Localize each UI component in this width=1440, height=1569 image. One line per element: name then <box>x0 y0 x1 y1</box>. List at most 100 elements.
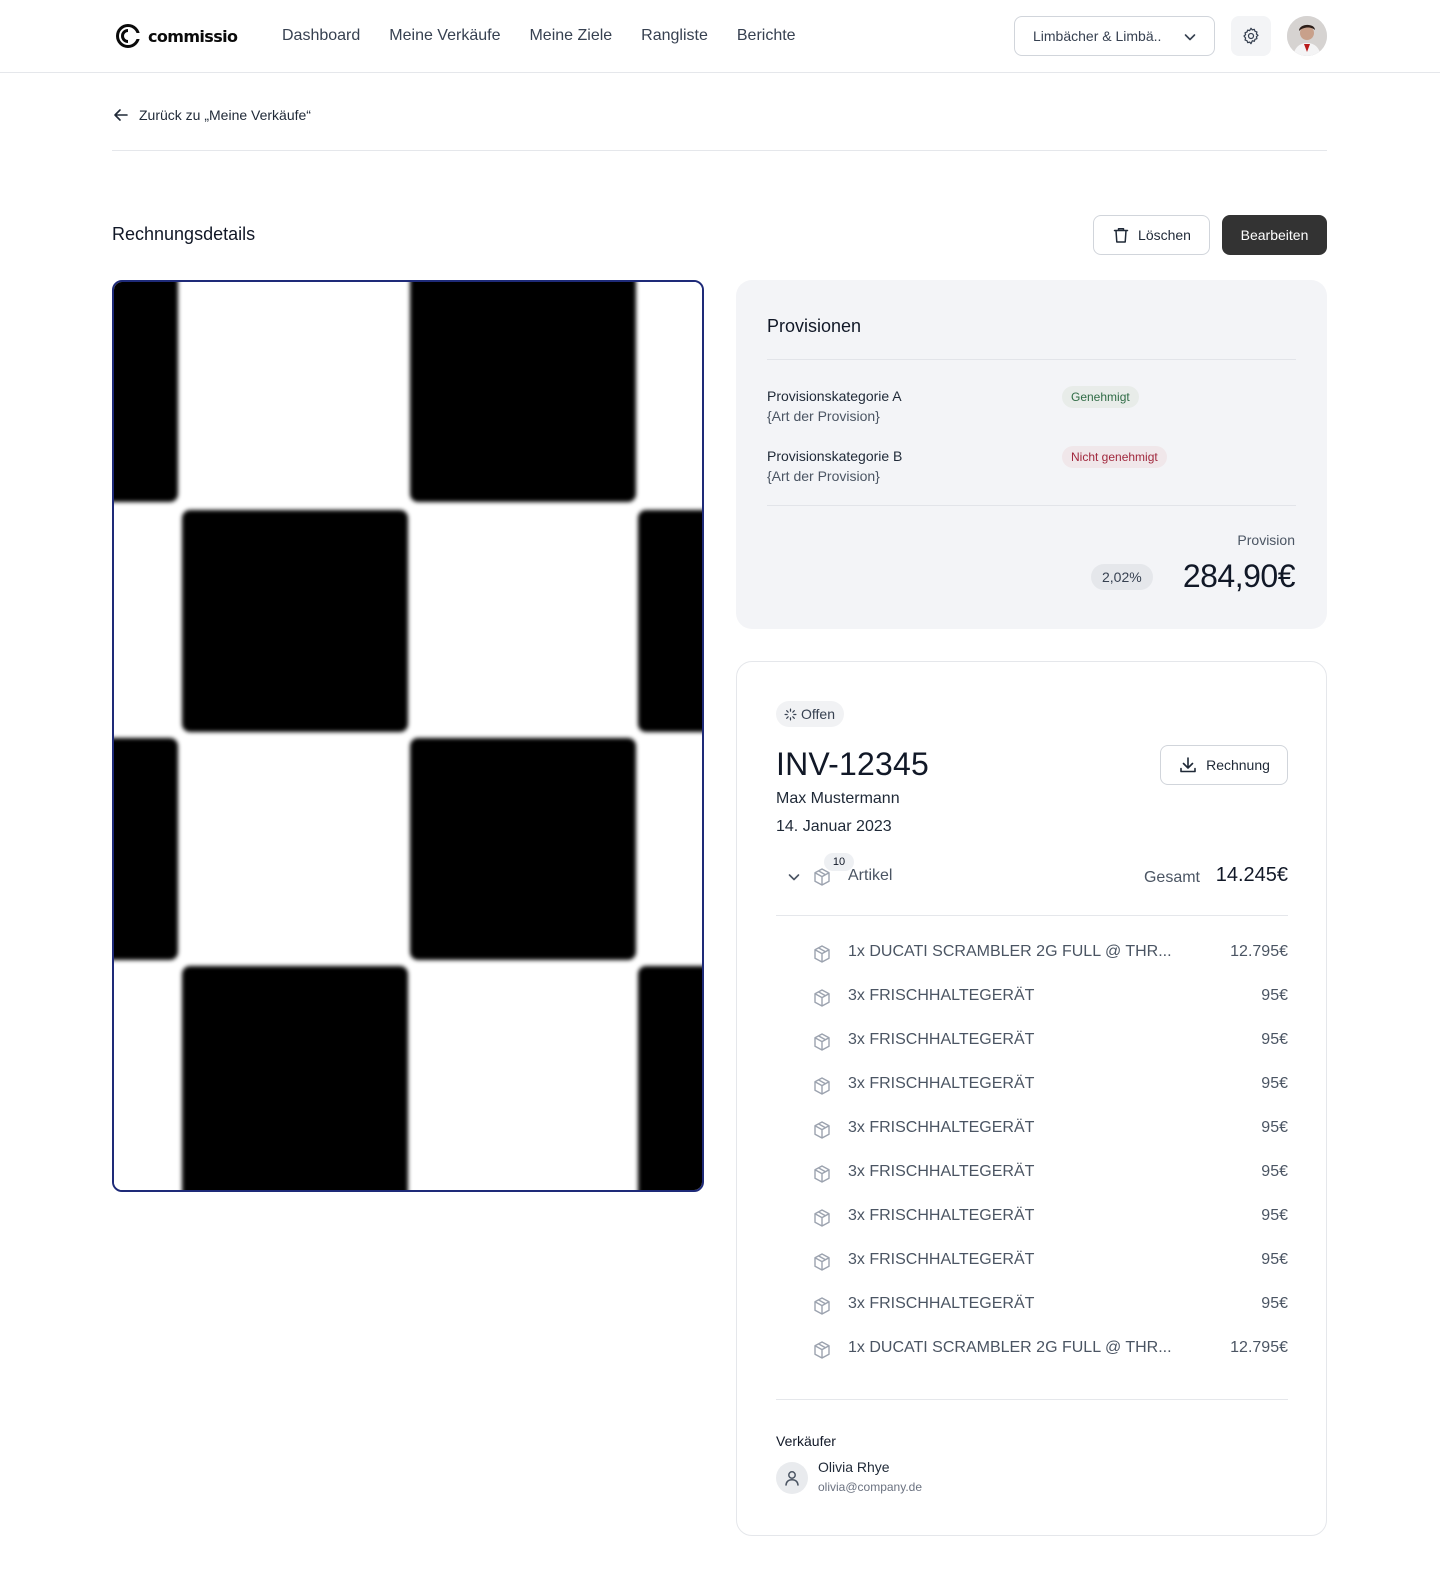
chevron-down-icon[interactable] <box>786 869 802 885</box>
settings-button[interactable] <box>1231 16 1271 56</box>
nav-rangliste[interactable]: Rangliste <box>641 26 708 46</box>
status-badge: Nicht genehmigt <box>1062 446 1167 468</box>
item-description: 3x FRISCHHALTEGERÄT <box>848 987 1035 1004</box>
invoice-number: INV-12345 <box>776 746 930 782</box>
package-icon <box>814 1341 830 1359</box>
main-nav: Dashboard Meine Verkäufe Meine Ziele Ran… <box>282 26 796 46</box>
organization-select[interactable]: Limbächer & Limbä.. <box>1014 16 1215 56</box>
edit-button-label: Bearbeiten <box>1240 227 1309 243</box>
divider <box>112 150 1327 151</box>
list-item: 3x FRISCHHALTEGERÄT 95€ <box>776 986 1288 1010</box>
item-description: 3x FRISCHHALTEGERÄT <box>848 1163 1035 1180</box>
divider <box>776 1399 1288 1400</box>
trash-icon <box>1113 228 1129 243</box>
commissions-card: Provisionen Provisionskategorie A {Art d… <box>736 280 1327 629</box>
package-icon <box>814 1121 830 1139</box>
download-invoice-button[interactable]: Rechnung <box>1160 745 1288 785</box>
commission-label: Provision <box>1237 532 1295 548</box>
item-price: 95€ <box>1261 1207 1288 1224</box>
back-link[interactable]: Zurück zu „Meine Verkäufe“ <box>112 106 311 124</box>
item-price: 95€ <box>1261 1075 1288 1092</box>
package-icon <box>814 1165 830 1183</box>
item-price: 12.795€ <box>1230 1339 1288 1356</box>
items-label: Artikel <box>848 867 893 884</box>
commission-rate-badge: 2,02% <box>1091 564 1153 590</box>
logo-text: commissio <box>148 26 238 46</box>
item-price: 95€ <box>1261 987 1288 1004</box>
user-avatar[interactable] <box>1287 16 1327 56</box>
commission-type: {Art der Provision} <box>767 408 880 424</box>
arrow-left-icon <box>114 109 128 121</box>
list-item: 3x FRISCHHALTEGERÄT 95€ <box>776 1074 1288 1098</box>
nav-meine-ziele[interactable]: Meine Ziele <box>529 26 612 46</box>
invoice-preview-image <box>114 282 702 1190</box>
download-icon <box>1180 757 1196 773</box>
seller-email: olivia@company.de <box>818 1480 923 1494</box>
invoice-card: Offen INV-12345 Rechnung Max Mustermann … <box>736 661 1327 1536</box>
item-price: 95€ <box>1261 1031 1288 1048</box>
package-icon <box>814 1209 830 1227</box>
logo[interactable]: commissio <box>116 24 238 48</box>
commission-category-name: Provisionskategorie A <box>767 388 902 404</box>
commission-row: Provisionskategorie B {Art der Provision… <box>767 446 1296 486</box>
invoice-date: 14. Januar 2023 <box>776 818 892 835</box>
total-label: Gesamt <box>1143 869 1200 886</box>
item-description: 1x DUCATI SCRAMBLER 2G FULL @ THR... <box>848 943 1172 960</box>
edit-button[interactable]: Bearbeiten <box>1222 215 1327 255</box>
list-item: 3x FRISCHHALTEGERÄT 95€ <box>776 1118 1288 1142</box>
list-item: 3x FRISCHHALTEGERÄT 95€ <box>776 1206 1288 1230</box>
list-item: 3x FRISCHHALTEGERÄT 95€ <box>776 1294 1288 1318</box>
gear-icon <box>1243 27 1259 45</box>
list-item: 3x FRISCHHALTEGERÄT 95€ <box>776 1162 1288 1186</box>
divider <box>767 359 1296 360</box>
list-item: 1x DUCATI SCRAMBLER 2G FULL @ THR... 12.… <box>776 1338 1288 1362</box>
list-item: 3x FRISCHHALTEGERÄT 95€ <box>776 1250 1288 1274</box>
item-price: 95€ <box>1261 1119 1288 1136</box>
divider <box>767 505 1296 506</box>
item-price: 95€ <box>1261 1163 1288 1180</box>
package-icon <box>814 1033 830 1051</box>
item-price: 12.795€ <box>1230 943 1288 960</box>
item-description: 1x DUCATI SCRAMBLER 2G FULL @ THR... <box>848 1339 1172 1356</box>
commissio-logo-icon <box>116 24 140 48</box>
item-price: 95€ <box>1261 1251 1288 1268</box>
invoice-status-label: Offen <box>801 706 835 722</box>
commissions-title: Provisionen <box>767 316 862 336</box>
item-description: 3x FRISCHHALTEGERÄT <box>848 1075 1035 1092</box>
invoice-total: 14.245€ <box>1215 864 1288 886</box>
invoice-status-badge: Offen <box>776 701 844 727</box>
items-summary: 10 Artikel Gesamt 14.245€ <box>776 853 1288 897</box>
delete-button[interactable]: Löschen <box>1093 215 1210 255</box>
loader-icon <box>784 708 797 720</box>
package-icon <box>814 1297 830 1315</box>
nav-dashboard[interactable]: Dashboard <box>282 26 360 46</box>
organization-select-value: Limbächer & Limbä.. <box>1033 28 1162 44</box>
item-price: 95€ <box>1261 1295 1288 1312</box>
download-invoice-label: Rechnung <box>1206 757 1270 773</box>
seller-label: Verkäufer <box>776 1433 836 1449</box>
commission-amount: 284,90€ <box>1182 558 1296 594</box>
item-description: 3x FRISCHHALTEGERÄT <box>848 1251 1035 1268</box>
seller-avatar <box>776 1462 808 1494</box>
back-link-label: Zurück zu „Meine Verkäufe“ <box>139 107 311 123</box>
item-description: 3x FRISCHHALTEGERÄT <box>848 1031 1035 1048</box>
package-icon <box>814 1077 830 1095</box>
invoice-preview[interactable] <box>112 280 704 1192</box>
divider <box>776 915 1288 916</box>
customer-name: Max Mustermann <box>776 790 900 807</box>
commission-type: {Art der Provision} <box>767 468 880 484</box>
item-description: 3x FRISCHHALTEGERÄT <box>848 1119 1035 1136</box>
commission-row: Provisionskategorie A {Art der Provision… <box>767 386 1296 426</box>
seller-name: Olivia Rhye <box>818 1459 890 1475</box>
package-icon <box>814 945 830 963</box>
page-title: Rechnungsdetails <box>112 224 256 244</box>
status-badge: Genehmigt <box>1062 386 1139 408</box>
item-description: 3x FRISCHHALTEGERÄT <box>848 1207 1035 1224</box>
user-icon <box>785 1471 799 1486</box>
list-item: 3x FRISCHHALTEGERÄT 95€ <box>776 1030 1288 1054</box>
delete-button-label: Löschen <box>1138 227 1191 243</box>
user-portrait-icon <box>1287 16 1327 56</box>
nav-meine-verkaeufe[interactable]: Meine Verkäufe <box>389 26 500 46</box>
package-icon <box>814 1253 830 1271</box>
nav-berichte[interactable]: Berichte <box>737 26 796 46</box>
